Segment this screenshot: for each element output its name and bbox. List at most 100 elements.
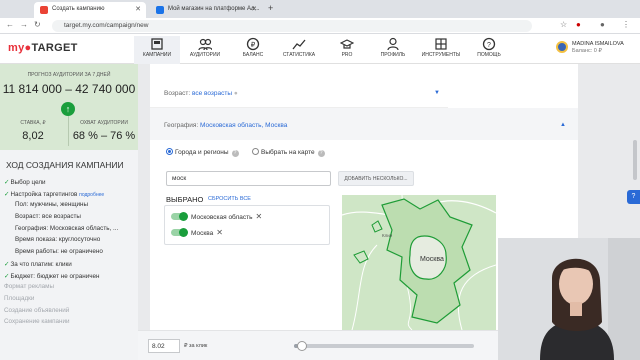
close-icon[interactable]: ✕ (256, 212, 263, 221)
step-payment[interactable]: ✓За что платим: клики (4, 260, 136, 272)
campaign-progress-title: ХОД СОЗДАНИЯ КАМПАНИИ (6, 160, 124, 170)
radio-map[interactable]: Выбрать на карте? (252, 148, 325, 157)
favicon-icon (156, 6, 164, 14)
browser-tab-1[interactable]: Создать кампанию ✕ (34, 2, 146, 18)
geo-value[interactable]: Московская область, Москва (200, 122, 287, 129)
bid-slider-handle[interactable] (296, 341, 307, 351)
audiences-icon (198, 38, 212, 51)
reset-all-link[interactable]: СБРОСИТЬ ВСЕ (208, 196, 251, 202)
geo-map[interactable]: Москва Клин + − (342, 195, 496, 330)
geo-search-input[interactable]: моск (166, 171, 331, 186)
reload-icon[interactable]: ↻ (34, 20, 41, 29)
geo-row[interactable]: География: Московская область, Москва ▲ (150, 108, 578, 140)
check-icon: ✓ (4, 190, 10, 198)
svg-text:?: ? (487, 42, 491, 49)
browser-tab-title: Создать кампанию (52, 6, 105, 12)
extension-icon[interactable]: ● (576, 20, 581, 29)
bid-slider[interactable] (294, 341, 474, 351)
browser-menu-icon[interactable]: ⋮ (622, 20, 630, 29)
chevron-up-icon[interactable]: ▲ (560, 122, 566, 128)
step-ad-format: Формат рекламы (4, 283, 54, 291)
age-value[interactable]: все возрасты (192, 90, 232, 97)
profile-icon (387, 37, 399, 51)
bid-unit-label: ₽ за клик (184, 343, 208, 349)
campaigns-icon (151, 38, 163, 50)
check-icon: ✓ (4, 272, 10, 280)
question-icon[interactable]: ? (231, 150, 239, 157)
region-toggle[interactable] (171, 212, 188, 221)
region-chip: Московская область ✕ (171, 212, 262, 221)
bid-value: 8,02 (22, 130, 44, 142)
svg-text:₽: ₽ (251, 41, 256, 49)
region-toggle[interactable] (171, 228, 188, 237)
profile-avatar-icon[interactable]: ● (600, 20, 605, 29)
step-goal[interactable]: ✓Выбор цели (4, 178, 136, 190)
presenter-video (498, 238, 640, 360)
geo-label: География: (164, 122, 199, 129)
statistics-icon (292, 39, 306, 50)
region-chip: Москва ✕ (171, 228, 223, 237)
step-targeting[interactable]: ✓Настройка таргетингов подробнее (4, 190, 136, 202)
help-side-tab[interactable]: ? (627, 190, 640, 204)
nav-profile[interactable]: ПРОФИЛЬ (370, 36, 416, 64)
arrow-up-icon: ↑ (61, 102, 75, 116)
favicon-icon (40, 6, 48, 14)
page-scrollbar[interactable] (633, 140, 637, 180)
nav-balance[interactable]: ₽ БАЛАНС (230, 36, 276, 64)
radio-selected-icon (166, 148, 173, 155)
audience-forecast: ПРОГНОЗ АУДИТОРИИ ЗА 7 ДНЕЙ 11 814 000 –… (0, 64, 138, 150)
back-icon[interactable]: ← (6, 20, 14, 29)
address-bar: ← → ↻ target.my.com/campaign/new ☆ ● ● ⋮ (0, 18, 640, 34)
selected-title: ВЫБРАНО (166, 195, 204, 204)
map-label-moscow: Москва (420, 256, 444, 263)
browser-tab-title: Мой магазин на платформе Ал... (168, 6, 260, 12)
pro-icon (340, 39, 354, 49)
selected-regions: Московская область ✕ Москва ✕ (164, 205, 330, 245)
close-tab-icon[interactable]: ✕ (251, 5, 257, 13)
nav-help[interactable]: ? ПОМОЩЬ (466, 36, 512, 64)
step-create-ads: Создание объявлений (4, 306, 70, 314)
bid-bar: 8.02 ₽ за клик (138, 330, 498, 360)
close-icon[interactable]: ✕ (216, 228, 223, 237)
nav-statistics[interactable]: СТАТИСТИКА (276, 36, 322, 64)
close-tab-icon[interactable]: ✕ (135, 5, 141, 13)
bid-input[interactable]: 8.02 (148, 339, 180, 353)
step-detail: Возраст: все возрасты (15, 213, 81, 221)
forecast-divider (68, 116, 69, 146)
nav-audiences[interactable]: АУДИТОРИИ (182, 36, 228, 64)
webcam-overlay (498, 238, 640, 360)
check-icon: ✓ (4, 260, 10, 268)
mytarget-logo[interactable]: my●TARGET (8, 42, 78, 54)
app-header: my●TARGET КАМПАНИИ АУДИТОРИИ ₽ БАЛАНС СТ… (0, 34, 640, 64)
bookmark-star-icon[interactable]: ☆ (560, 20, 567, 29)
new-tab-button[interactable]: + (268, 3, 273, 13)
step-detail: Пол: мужчины, женщины (15, 201, 89, 209)
reach-label: ОХВАТ АУДИТОРИИ (80, 120, 128, 126)
forecast-heading: ПРОГНОЗ АУДИТОРИИ ЗА 7 ДНЕЙ (27, 72, 111, 78)
user-balance: Баланс: 0 ₽ (572, 48, 602, 54)
step-detail: Время показа: круглосуточно (15, 236, 101, 244)
browser-tabbar: Создать кампанию ✕ Мой магазин на платфо… (0, 0, 640, 18)
bid-label: СТАВКА, ₽ (20, 120, 46, 126)
reach-value: 68 % – 76 % (72, 130, 136, 142)
nav-pro[interactable]: PRO (324, 36, 370, 64)
step-detail: Время работы: не ограничено (15, 248, 103, 256)
campaign-steps: ✓Выбор цели ✓Настройка таргетингов подро… (4, 178, 136, 330)
details-link[interactable]: подробнее (79, 192, 104, 198)
question-icon[interactable]: ? (317, 150, 325, 157)
url-field[interactable]: target.my.com/campaign/new (52, 20, 532, 32)
step-detail: География: Московская область, ... (15, 224, 119, 232)
browser-tab-2[interactable]: Мой магазин на платформе Ал... ✕ (150, 2, 262, 18)
age-row[interactable]: Возраст: все возрасты ● ▼ (150, 64, 448, 108)
info-icon: ● (233, 90, 238, 97)
radio-regions[interactable]: Города и регионы? (166, 148, 239, 157)
age-label: Возраст: (164, 90, 191, 97)
forward-icon[interactable]: → (20, 20, 28, 29)
add-many-button[interactable]: ДОБАВИТЬ НЕСКОЛЬКО... (338, 171, 414, 186)
user-name: MADINA ISMAILOVA (572, 41, 624, 47)
help-icon: ? (482, 37, 496, 51)
step-budget[interactable]: ✓Бюджет: бюджет не ограничен (4, 272, 136, 284)
chevron-down-icon[interactable]: ▼ (434, 90, 440, 96)
nav-tools[interactable]: ИНСТРУМЕНТЫ (418, 36, 464, 64)
nav-campaigns[interactable]: КАМПАНИИ (134, 36, 180, 64)
